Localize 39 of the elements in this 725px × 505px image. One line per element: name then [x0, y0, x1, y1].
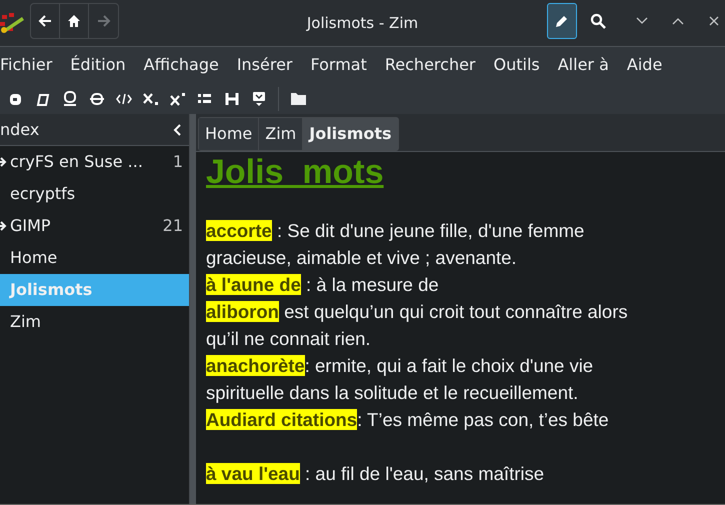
sidebar-item[interactable]: Home: [0, 242, 189, 274]
app-logo-icon: [0, 13, 26, 33]
edit-button[interactable]: [547, 3, 577, 39]
page-heading: Jolis_mots: [206, 154, 384, 190]
sidebar-item[interactable]: GIMP 21: [0, 210, 189, 242]
sidebar-item[interactable]: ecryptfs: [0, 178, 189, 210]
menu-item[interactable]: Rechercher: [384, 53, 484, 77]
window-title: Jolismots - Zim: [306, 14, 418, 32]
back-arrow-icon: [38, 14, 52, 28]
index-panel-title: ndex: [0, 118, 40, 140]
definition-paragraph: à vau l'eau : au fil de l'eau, sans maîtrise: [206, 462, 546, 486]
definition-paragraph: aliboron est quelqu’un qui croit tout connaître alors qu’il ne connait rien.: [206, 300, 629, 351]
pencil-icon: [555, 14, 569, 28]
page-count: 21: [162, 215, 183, 237]
definition-paragraph: anachorète: ermite, qui a fait le choix d'une vie spirituelle dans la solitude et le recueillement.: [206, 354, 594, 405]
menu-item[interactable]: Aide: [626, 53, 672, 77]
collapse-icon[interactable]: [173, 124, 181, 136]
breadcrumb-button[interactable]: Jolismots: [303, 118, 398, 150]
chevron-down-icon: [636, 17, 648, 25]
definition-paragraph: accorte : Se dit d'une jeune fille, d'une femme gracieuse, aimable et vive ; avenante.: [206, 219, 586, 270]
forward-arrow-icon: [96, 14, 110, 28]
search-icon: [590, 13, 606, 29]
home-icon: [67, 14, 81, 28]
menu-item[interactable]: Format: [310, 53, 376, 77]
breadcrumb-button[interactable]: Home: [199, 118, 260, 150]
definition-paragraph: Audiard citations: T’es même pas con, t’es bête: [206, 408, 610, 432]
chevron-up-icon: [672, 17, 684, 25]
definition-paragraph: à l'aune de : à la mesure de: [206, 273, 440, 297]
menu-item[interactable]: Insérer: [236, 53, 302, 77]
close-icon: [708, 15, 720, 27]
menu-item[interactable]: Aller à: [558, 53, 618, 77]
menu-item[interactable]: Affichage: [144, 53, 228, 77]
menu-item[interactable]: Outils: [494, 53, 549, 77]
sidebar-item[interactable]: cryFS en Suse ... 1: [0, 146, 189, 178]
menu-item[interactable]: Fichier: [0, 53, 62, 77]
menu-item[interactable]: Édition: [70, 53, 135, 77]
page-count: 1: [172, 151, 183, 173]
breadcrumb-button[interactable]: Zim: [259, 118, 304, 150]
sidebar-item[interactable]: Zim: [0, 306, 189, 338]
